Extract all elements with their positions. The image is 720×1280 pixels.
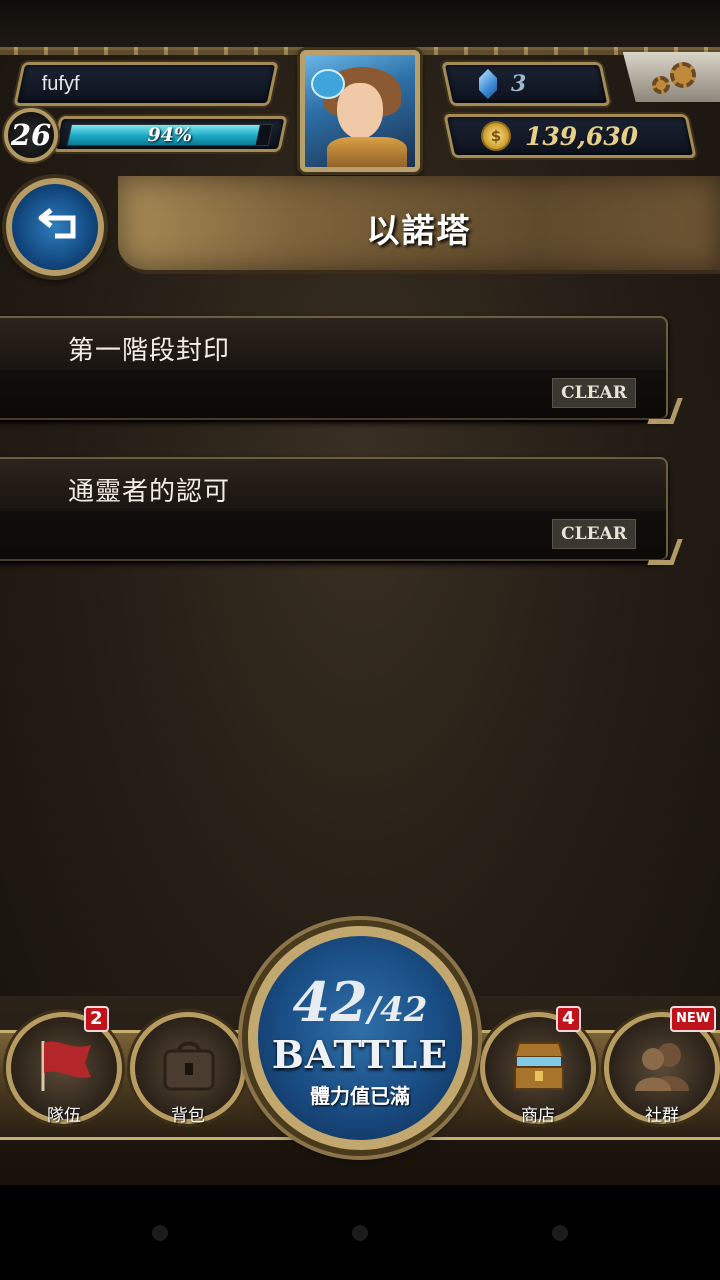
gem-icon xyxy=(479,69,497,99)
coin-icon: $ xyxy=(481,121,511,151)
battle-label: BATTLE xyxy=(271,1032,449,1077)
title-banner: 以諾塔 xyxy=(118,176,720,274)
clear-badge: CLEAR xyxy=(552,378,636,408)
small-gear-icon xyxy=(652,76,670,94)
nav-bag-button[interactable]: 背包 xyxy=(130,1012,246,1126)
settings-button[interactable] xyxy=(622,52,720,102)
stamina-status: 體力值已滿 xyxy=(310,1084,410,1108)
gold-counter: $ 139,630 xyxy=(443,114,697,158)
treasure-chest-icon xyxy=(513,1042,565,1090)
exp-bar: 94% xyxy=(66,124,274,146)
nav-social-label: 社群 xyxy=(645,1106,679,1126)
game-screen: fufyf 26 94% 3 $ 139,630 以諾塔 第一階段封印 CLEA… xyxy=(0,0,720,1185)
team-count-badge: 2 xyxy=(84,1006,109,1032)
nav-team-label: 隊伍 xyxy=(47,1106,81,1126)
system-nav-bar xyxy=(0,1185,720,1280)
portrait-body xyxy=(327,137,407,167)
shop-count-badge: 4 xyxy=(556,1006,581,1032)
clear-badge: CLEAR xyxy=(552,519,636,549)
bag-icon xyxy=(163,1041,215,1091)
top-ornament xyxy=(0,0,720,55)
gears-icon xyxy=(670,62,696,88)
exp-bar-plate: 94% xyxy=(52,116,288,152)
nav-shop-label: 商店 xyxy=(521,1106,555,1126)
stamina-current: 42 xyxy=(292,970,368,1034)
social-new-badge: NEW xyxy=(670,1006,717,1032)
battle-button[interactable]: 42/42 BATTLE 體力值已滿 xyxy=(248,926,472,1150)
gold-count: 139,630 xyxy=(525,121,639,151)
people-silhouette-icon xyxy=(635,1043,689,1091)
stage-name: 第一階段封印 xyxy=(68,336,231,366)
system-home-button[interactable] xyxy=(352,1225,368,1241)
leader-portrait[interactable] xyxy=(300,50,420,172)
portrait-face xyxy=(337,83,383,139)
stage-item[interactable]: 通靈者的認可 CLEAR xyxy=(0,457,683,565)
stamina-max: /42 xyxy=(367,990,428,1030)
back-arrow-icon xyxy=(38,208,76,239)
player-name-plate: fufyf xyxy=(13,62,279,106)
gem-count: 3 xyxy=(511,71,527,97)
exp-percent: 94% xyxy=(147,124,193,146)
system-recent-button[interactable] xyxy=(552,1225,568,1241)
stamina-readout: 42/42 xyxy=(258,970,462,1034)
flag-icon xyxy=(41,1041,91,1091)
player-level-badge: 26 xyxy=(4,108,58,162)
page-title: 以諾塔 xyxy=(366,211,472,250)
system-back-button[interactable] xyxy=(152,1225,168,1241)
player-name: fufyf xyxy=(41,73,80,95)
gem-counter[interactable]: 3 xyxy=(441,62,611,106)
stage-name: 通靈者的認可 xyxy=(68,477,231,507)
back-button[interactable] xyxy=(6,178,104,276)
stage-item[interactable]: 第一階段封印 CLEAR xyxy=(0,316,683,424)
nav-bag-label: 背包 xyxy=(171,1106,205,1126)
